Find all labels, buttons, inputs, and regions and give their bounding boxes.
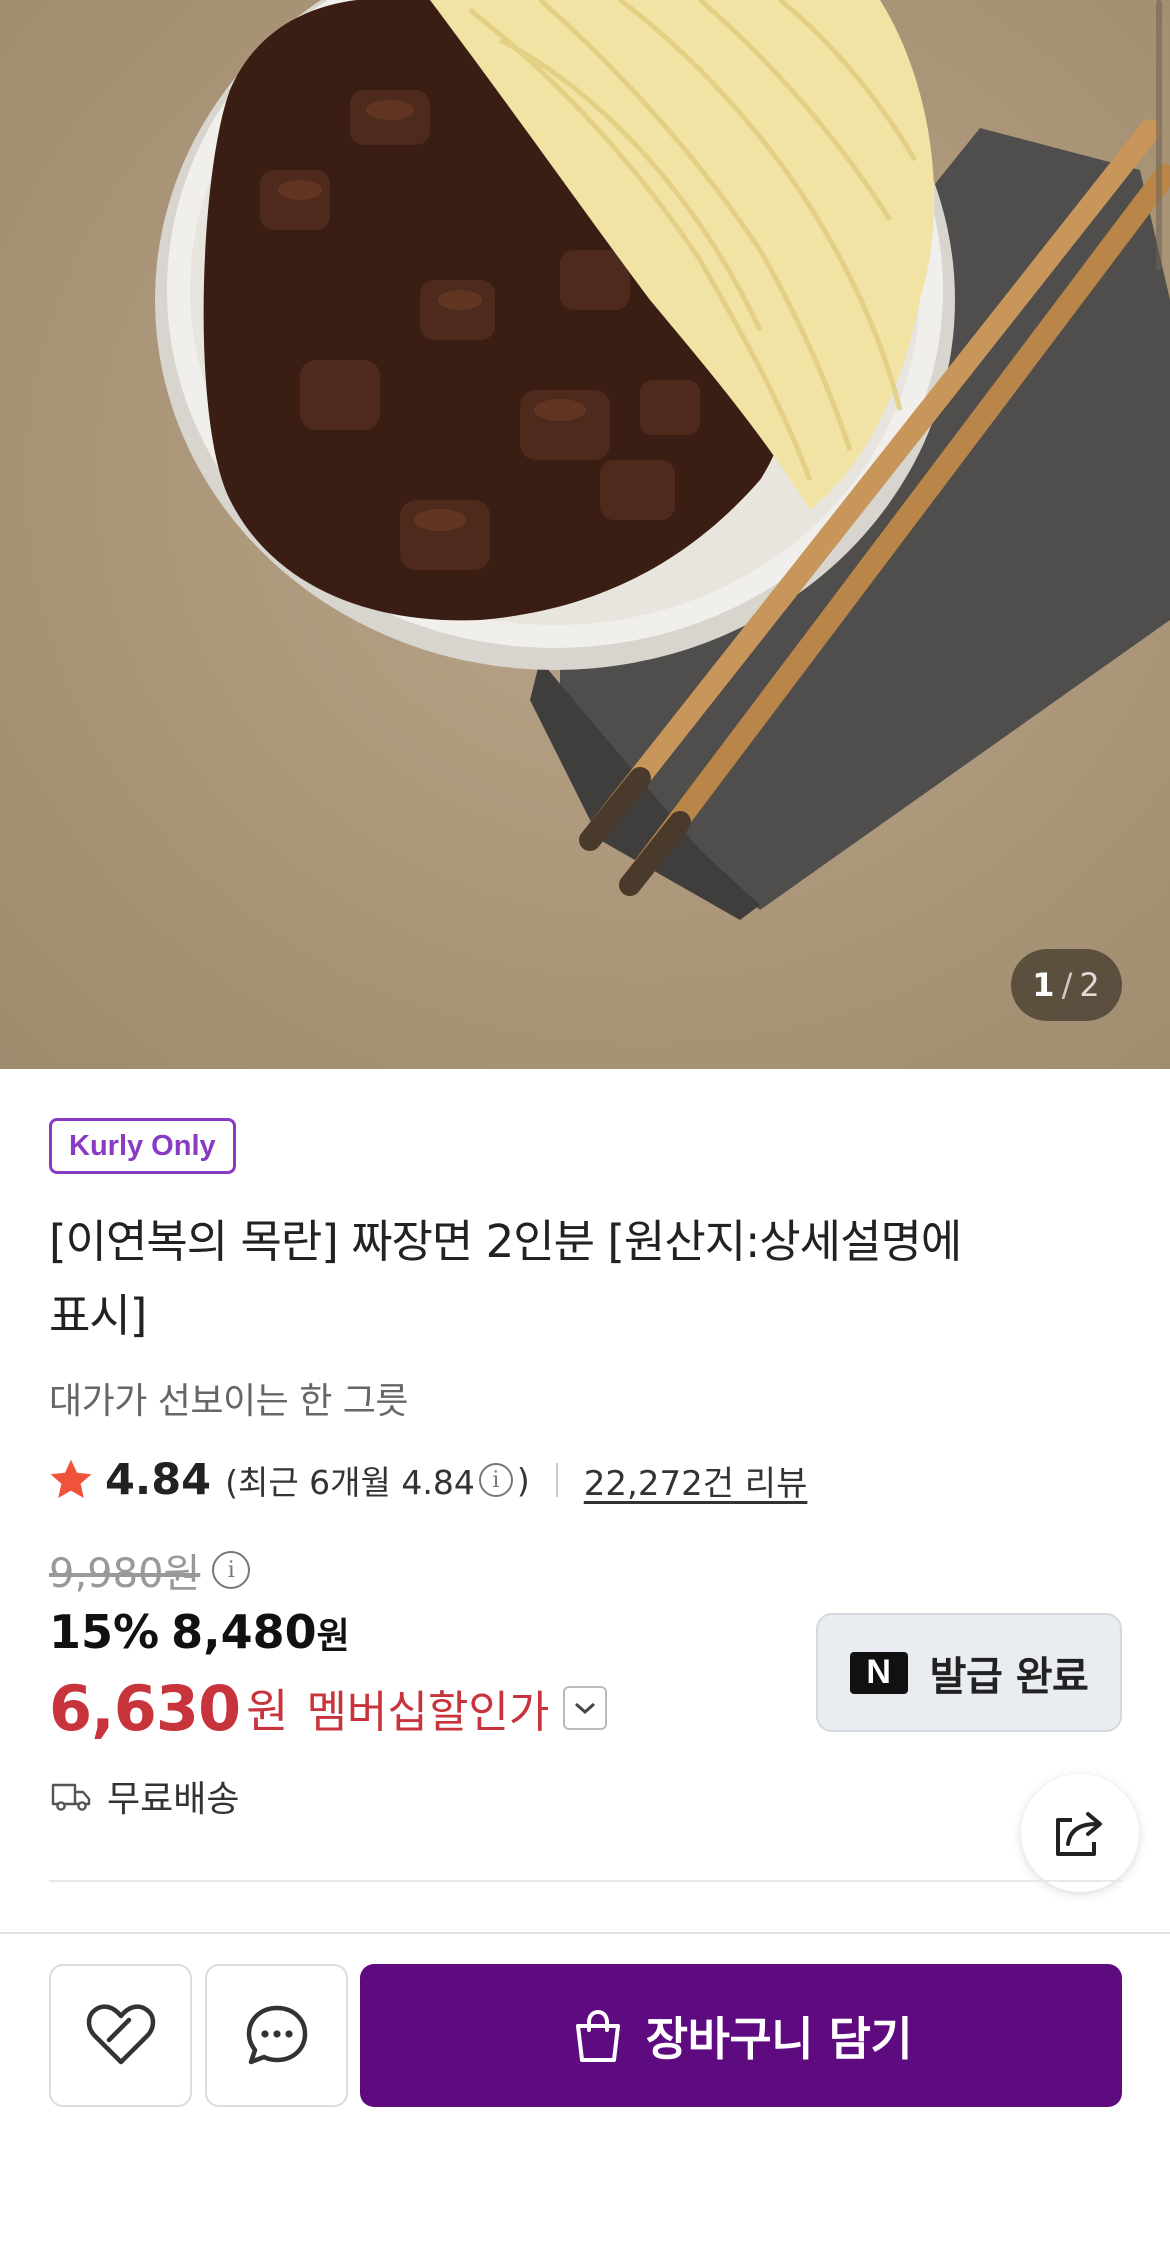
product-title: [이연복의 목란] 짜장면 2인분 [원산지:상세설명에 표시] (49, 1205, 1049, 1353)
kurly-only-badge: Kurly Only (49, 1118, 236, 1174)
rating-row: 4.84 (최근 6개월 4.84 i ) 22,272건 리뷰 (47, 1450, 807, 1510)
info-icon[interactable]: i (478, 1463, 513, 1497)
image-scrollbar[interactable] (1156, 0, 1162, 270)
inquiry-button[interactable] (205, 1964, 348, 2107)
recent-rating: (최근 6개월 4.84 i ) (225, 1456, 530, 1504)
bottom-bar-divider (0, 1932, 1170, 1934)
delivery-text: 무료배송 (107, 1779, 240, 1820)
product-image[interactable]: 1 / 2 (0, 0, 1170, 1069)
product-subtitle: 대가가 선보이는 한 그릇 (49, 1381, 409, 1422)
pager-current: 1 (1032, 966, 1056, 1004)
price-info-icon[interactable]: i (212, 1551, 251, 1589)
shopping-bag-icon (575, 2009, 620, 2062)
share-button[interactable] (1021, 1774, 1139, 1892)
coupon-issued-button[interactable]: N 발급 완료 (816, 1613, 1122, 1732)
rating-score: 4.84 (105, 1455, 212, 1505)
naver-logo-icon: N (849, 1651, 908, 1694)
delivery-info: 무료배송 (51, 1770, 239, 1822)
chevron-down-icon[interactable] (563, 1686, 608, 1730)
add-to-cart-button[interactable]: 장바구니 담기 (360, 1964, 1122, 2107)
member-price: 6,630 (49, 1671, 241, 1745)
sale-price-row: 15% 8,480 원 (49, 1605, 350, 1659)
rating-divider (555, 1463, 558, 1497)
original-price: 9,980원 (49, 1551, 201, 1597)
pager-total: 2 (1079, 966, 1101, 1004)
discount-percent: 15% (49, 1605, 160, 1659)
coupon-status: 발급 완료 (929, 1653, 1089, 1700)
image-pager: 1 / 2 (1011, 949, 1122, 1021)
star-icon (50, 1459, 92, 1498)
sale-price-unit: 원 (316, 1616, 350, 1657)
recent-rating-text: (최근 6개월 4.84 (225, 1463, 475, 1502)
add-to-cart-label: 장바구니 담기 (645, 2011, 913, 2066)
member-price-unit: 원 (246, 1684, 289, 1738)
product-title-line-1: [이연복의 목란] 짜장면 2인분 [원산지:상세설명에 (49, 1215, 962, 1268)
recent-rating-close: ) (516, 1460, 530, 1500)
share-icon (1056, 1812, 1102, 1856)
review-count-link[interactable]: 22,272건 리뷰 (584, 1456, 808, 1505)
product-photo (155, 0, 1170, 920)
heart-icon (86, 2003, 155, 2064)
truck-icon (51, 1783, 91, 1811)
chat-icon (246, 2005, 307, 2064)
member-price-row: 6,630 원 멤버십할인가 (49, 1668, 608, 1748)
section-divider (49, 1880, 1122, 1882)
sale-price: 8,480 (171, 1605, 317, 1659)
original-price-row: 9,980원 i (49, 1540, 254, 1600)
pager-separator: / (1061, 966, 1074, 1004)
product-title-line-2: 표시] (49, 1289, 147, 1342)
wishlist-button[interactable] (49, 1964, 192, 2107)
member-price-label: 멤버십할인가 (306, 1687, 550, 1738)
